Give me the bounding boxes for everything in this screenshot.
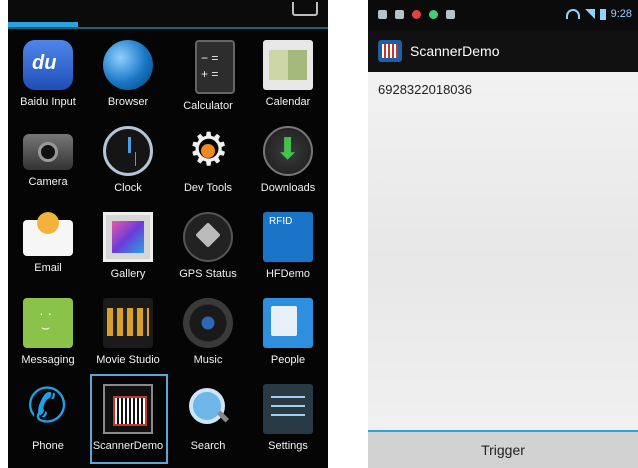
speaker-icon	[183, 298, 233, 348]
download-icon	[263, 126, 313, 176]
app-camera[interactable]: Camera	[8, 120, 88, 206]
magnifier-icon	[183, 384, 233, 434]
app-label: ScannerDemo	[92, 440, 164, 452]
app-label: Browser	[107, 96, 149, 108]
app-label: Gallery	[110, 268, 146, 280]
calculator-icon	[195, 40, 235, 94]
app-label: Settings	[268, 440, 308, 452]
battery-icon	[599, 8, 606, 20]
gallery-icon	[103, 212, 153, 262]
app-email[interactable]: Email	[8, 206, 88, 292]
app-clock[interactable]: Clock	[88, 120, 168, 206]
scan-result: 6928322018036	[378, 82, 472, 97]
app-search[interactable]: Search	[168, 378, 248, 464]
app-label: Camera	[28, 176, 68, 188]
app-gps-status[interactable]: GPS Status	[168, 206, 248, 292]
app-people[interactable]: People	[248, 292, 328, 378]
app-drawer-screen: Baidu Input Browser Calculator Calendar …	[8, 0, 328, 468]
clock-icon	[103, 126, 153, 176]
app-label: Messaging	[21, 354, 75, 366]
app-label: Email	[34, 262, 62, 274]
camera-icon	[23, 134, 73, 170]
chat-icon	[23, 298, 73, 348]
scannerdemo-screen: 9:28 ScannerDemo 6928322018036 Trigger	[368, 0, 638, 468]
barcode-icon	[103, 384, 153, 434]
app-calendar[interactable]: Calendar	[248, 34, 328, 120]
debug-icon	[395, 10, 404, 19]
phone-icon	[23, 378, 73, 434]
envelope-icon	[23, 212, 73, 256]
satellite-icon	[183, 212, 233, 262]
notification-red-icon	[412, 10, 421, 19]
app-label: Search	[190, 440, 226, 452]
contacts-icon	[263, 298, 313, 348]
app-phone[interactable]: Phone	[8, 378, 88, 464]
app-messaging[interactable]: Messaging	[8, 292, 88, 378]
gear-icon	[183, 122, 233, 176]
app-browser[interactable]: Browser	[88, 34, 168, 120]
clapperboard-icon	[103, 298, 153, 348]
app-label: GPS Status	[179, 268, 237, 280]
app-title: ScannerDemo	[410, 43, 500, 59]
app-gallery[interactable]: Gallery	[88, 206, 168, 292]
tab-divider	[8, 27, 328, 29]
usb-icon	[378, 10, 387, 19]
app-scannerdemo[interactable]: ScannerDemo	[88, 374, 168, 464]
app-dev-tools[interactable]: Dev Tools	[168, 120, 248, 206]
calendar-icon	[263, 40, 313, 90]
wifi-icon	[565, 9, 580, 19]
baidu-input-icon	[23, 40, 73, 90]
app-calculator[interactable]: Calculator	[168, 34, 248, 120]
app-label: Clock	[114, 182, 142, 194]
app-hfdemo[interactable]: HFDemo	[248, 206, 328, 292]
app-settings[interactable]: Settings	[248, 378, 328, 464]
app-label: Downloads	[260, 182, 316, 194]
action-bar: ScannerDemo	[368, 30, 638, 72]
notification-icons	[378, 10, 455, 19]
app-movie-studio[interactable]: Movie Studio	[88, 292, 168, 378]
app-music[interactable]: Music	[168, 292, 248, 378]
app-label: Phone	[32, 440, 64, 452]
app-grid: Baidu Input Browser Calculator Calendar …	[8, 34, 328, 464]
app-label: Calculator	[183, 100, 233, 112]
signal-icon	[584, 9, 595, 19]
app-baidu-input[interactable]: Baidu Input	[8, 34, 88, 120]
status-time: 9:28	[610, 8, 632, 20]
app-label: People	[270, 354, 306, 366]
system-indicators: 9:28	[565, 8, 632, 20]
rfid-icon	[263, 212, 313, 262]
app-downloads[interactable]: Downloads	[248, 120, 328, 206]
trigger-button[interactable]: Trigger	[368, 432, 638, 468]
status-bar: 9:28	[368, 0, 638, 30]
globe-icon	[103, 40, 153, 90]
app-label: Calendar	[265, 96, 311, 108]
drawer-tab-bar	[8, 0, 328, 30]
notification-green-icon	[429, 10, 438, 19]
settings-sliders-icon	[263, 384, 313, 434]
overflow-icon[interactable]	[292, 2, 318, 16]
app-label: Baidu Input	[20, 96, 76, 108]
barcode-icon	[378, 40, 402, 62]
app-label: Movie Studio	[96, 354, 160, 366]
app-label: Music	[193, 354, 223, 366]
app-label: Dev Tools	[183, 182, 233, 194]
app-label: HFDemo	[265, 268, 310, 280]
image-notification-icon	[446, 10, 455, 19]
